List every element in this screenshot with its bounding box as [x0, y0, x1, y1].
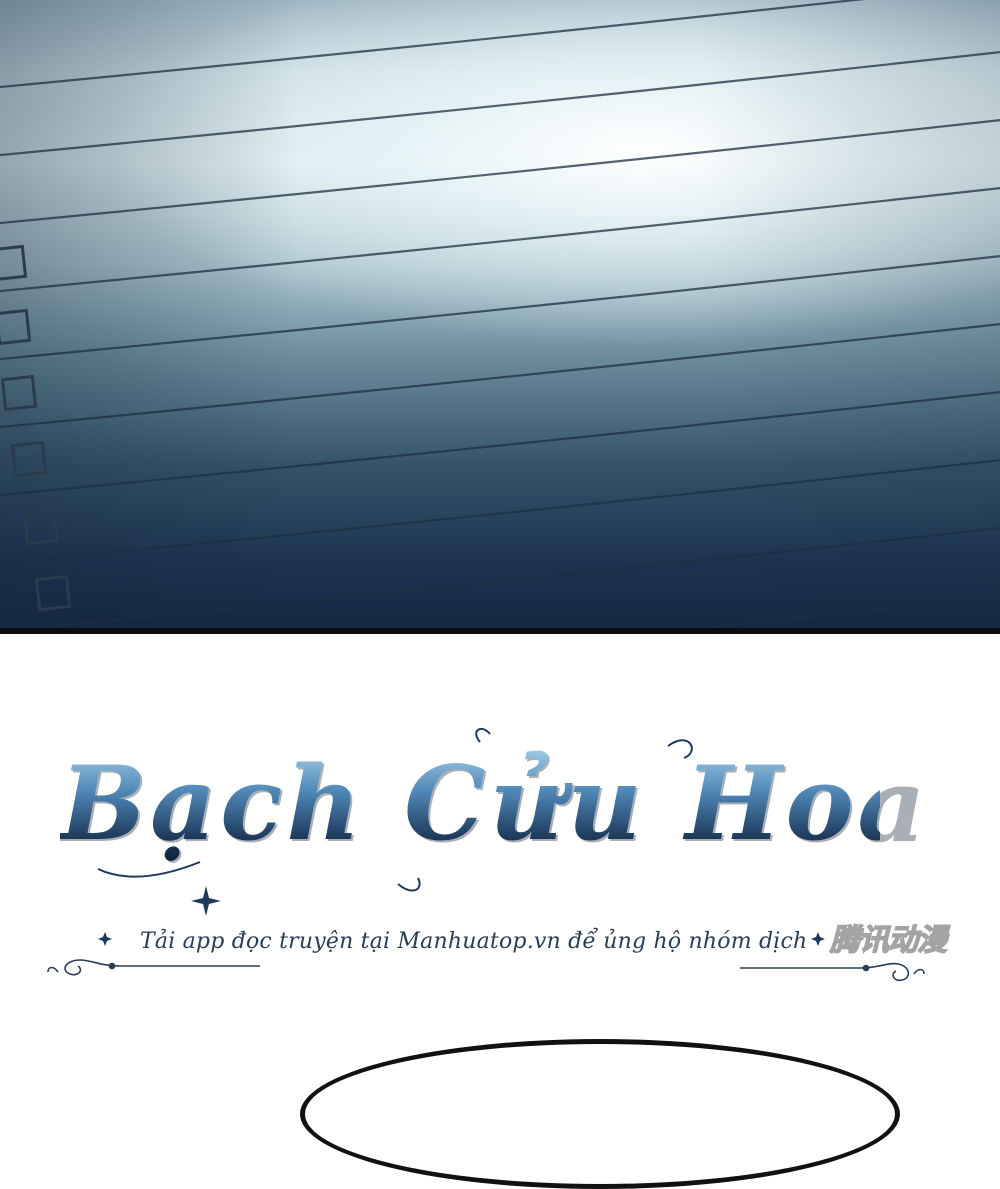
series-title: Bạch Cửu Hoa — [60, 744, 928, 864]
ruled-line — [0, 186, 1000, 293]
divider-right — [740, 962, 925, 982]
speech-bubble — [300, 1039, 900, 1189]
checkbox-icon — [0, 308, 32, 346]
ruled-line — [0, 254, 1000, 361]
checkbox-icon — [0, 244, 28, 282]
ornament-flourish — [47, 727, 925, 982]
checkbox-icon — [0, 374, 38, 412]
watermark-logo: 腾讯动漫 — [829, 922, 947, 958]
notebook-panel — [0, 0, 1000, 628]
ruled-line — [695, 594, 1000, 628]
ruled-line — [0, 118, 1000, 225]
title-card: Bạch Cửu Hoa Bạch Cửu Hoa Tải app đọc tr… — [0, 634, 1000, 1189]
ruled-line — [0, 50, 1000, 157]
ruled-line — [0, 322, 1000, 429]
checkbox-icon — [34, 574, 72, 612]
ruled-lines — [0, 0, 1000, 628]
ruled-line — [0, 390, 1000, 497]
ruled-line — [0, 458, 1000, 565]
ruled-line — [0, 0, 866, 89]
divider-left — [47, 959, 260, 976]
checkbox-icon — [22, 508, 60, 546]
checkbox-icon — [10, 440, 48, 478]
promo-text: Tải app đọc truyện tại Manhuatop.vn để ủ… — [140, 929, 808, 954]
